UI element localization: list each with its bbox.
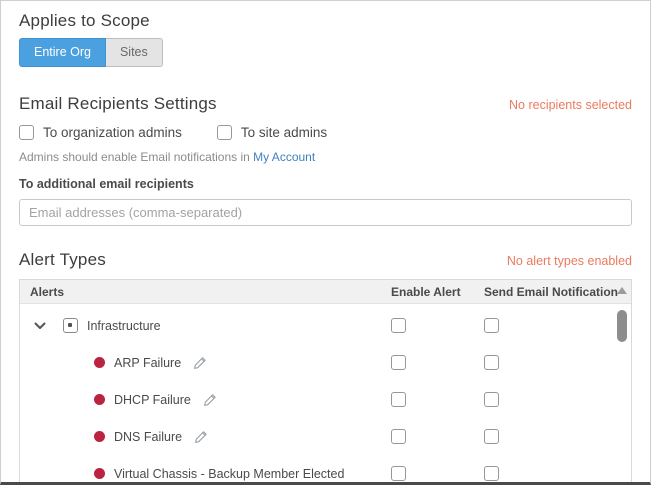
admins-note-text: Admins should enable Email notifications… (19, 150, 253, 164)
severity-dot-icon (94, 431, 105, 442)
org-admins-option: To organization admins (19, 125, 182, 140)
alert-types-section: Alert Types No alert types enabled Alert… (19, 250, 632, 485)
scrollbar-thumb[interactable] (617, 310, 627, 342)
mixed-state-dot (68, 323, 72, 327)
scrollbar-up-icon[interactable] (617, 287, 627, 294)
alert-group-label: Infrastructure (87, 319, 161, 333)
site-admins-option: To site admins (217, 125, 327, 140)
org-admins-checkbox[interactable] (19, 125, 34, 140)
send-email-checkbox[interactable] (484, 392, 499, 407)
scope-title: Applies to Scope (19, 11, 632, 31)
scope-section: Applies to Scope Entire Org Sites (19, 11, 632, 67)
alert-label: DNS Failure (114, 430, 182, 444)
enable-alert-checkbox[interactable] (391, 429, 406, 444)
alert-types-title: Alert Types (19, 250, 106, 270)
alert-types-status-text: No alert types enabled (507, 254, 632, 268)
table-body: Infrastructure ARP Failure (20, 304, 631, 485)
edit-pencil-icon[interactable] (203, 393, 217, 407)
alert-settings-panel: Applies to Scope Entire Org Sites Email … (0, 0, 651, 485)
scope-toggle-group: Entire Org Sites (19, 38, 163, 67)
table-row-alert: Virtual Chassis - Backup Member Elected (20, 455, 631, 485)
table-row-alert: DNS Failure (20, 418, 631, 455)
send-email-checkbox[interactable] (484, 355, 499, 370)
chevron-down-icon[interactable] (34, 322, 46, 330)
table-row-alert: ARP Failure (20, 344, 631, 381)
alert-label: ARP Failure (114, 356, 181, 370)
alert-label: Virtual Chassis - Backup Member Elected (114, 467, 344, 481)
severity-dot-icon (94, 394, 105, 405)
my-account-link[interactable]: My Account (253, 150, 315, 164)
severity-dot-icon (94, 357, 105, 368)
org-admins-label: To organization admins (43, 125, 182, 140)
severity-dot-icon (94, 468, 105, 479)
send-email-checkbox[interactable] (484, 466, 499, 481)
edit-pencil-icon[interactable] (193, 356, 207, 370)
vertical-scrollbar[interactable] (614, 280, 631, 485)
group-select-checkbox-mixed[interactable] (63, 318, 78, 333)
table-row-alert: DHCP Failure (20, 381, 631, 418)
email-recipients-section: Email Recipients Settings No recipients … (19, 94, 632, 226)
column-header-enable-alert: Enable Alert (391, 285, 484, 299)
edit-pencil-icon[interactable] (194, 430, 208, 444)
scope-sites-button[interactable]: Sites (106, 38, 163, 67)
enable-alert-checkbox[interactable] (391, 392, 406, 407)
site-admins-label: To site admins (241, 125, 327, 140)
alert-types-table: Alerts Enable Alert Send Email Notificat… (19, 279, 632, 485)
enable-alert-checkbox[interactable] (391, 318, 406, 333)
site-admins-checkbox[interactable] (217, 125, 232, 140)
admin-checkbox-row: To organization admins To site admins (19, 125, 632, 140)
scope-entire-org-button[interactable]: Entire Org (19, 38, 106, 67)
recipients-status-text: No recipients selected (509, 98, 632, 112)
column-header-alerts: Alerts (20, 285, 391, 299)
table-row-group: Infrastructure (20, 307, 631, 344)
send-email-checkbox[interactable] (484, 318, 499, 333)
send-email-checkbox[interactable] (484, 429, 499, 444)
table-header: Alerts Enable Alert Send Email Notificat… (20, 280, 631, 304)
additional-recipients-label: To additional email recipients (19, 177, 632, 191)
email-recipients-input[interactable] (19, 199, 632, 226)
email-recipients-title: Email Recipients Settings (19, 94, 217, 114)
alert-label: DHCP Failure (114, 393, 191, 407)
enable-alert-checkbox[interactable] (391, 355, 406, 370)
enable-alert-checkbox[interactable] (391, 466, 406, 481)
admins-note: Admins should enable Email notifications… (19, 150, 632, 164)
column-header-send-email: Send Email Notification (484, 285, 614, 299)
